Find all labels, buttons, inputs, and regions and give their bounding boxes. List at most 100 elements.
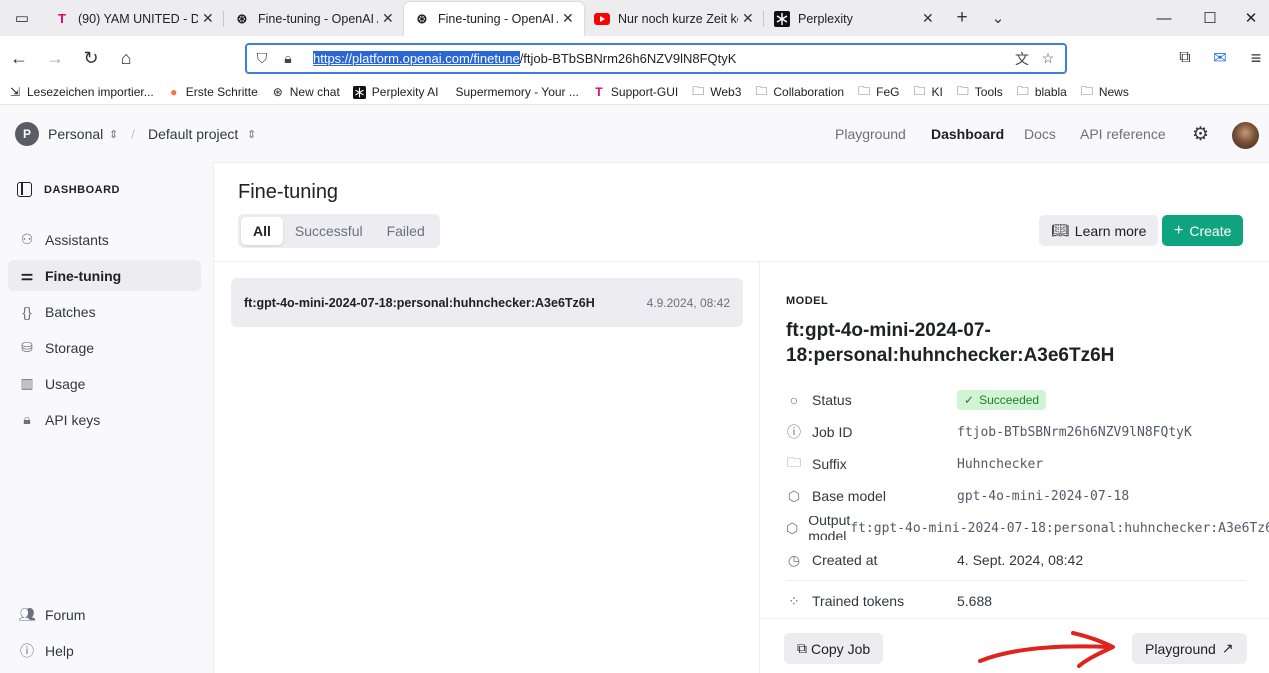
bookmark-folder-web3[interactable]: 🗀 Web3: [691, 82, 741, 103]
bookmark-perplexity[interactable]: Perplexity AI: [353, 85, 439, 99]
new-tab-icon[interactable]: +: [944, 0, 980, 36]
browser-nav-bar: ← → ↻ ⌂ ⛉ 🔒︎ https://platform.openai.com…: [0, 36, 1269, 80]
sidebar-item-help[interactable]: ⓘ Help: [8, 635, 201, 666]
created-at-value: 4. Sept. 2024, 08:42: [957, 552, 1084, 568]
forward-arrow-icon[interactable]: →: [39, 42, 71, 74]
lock-icon: 🔒︎: [23, 411, 31, 427]
bookmark-first-steps[interactable]: ● Erste Schritte: [167, 85, 258, 99]
folder-icon: 🗀: [858, 83, 871, 98]
extensions-icon[interactable]: ⧉: [1169, 42, 1201, 74]
detail-row-job-id: ⓘ Job ID ftjob-BTbSBNrm26h6NZV9lN8FQtyK: [787, 424, 1192, 440]
openai-icon: ⊛: [416, 10, 428, 26]
chevron-updown-icon[interactable]: ⇕: [247, 128, 256, 141]
user-avatar[interactable]: [1232, 122, 1259, 149]
browser-tab-4[interactable]: Nur noch kurze Zeit kostenlos ✕: [584, 2, 764, 36]
maximize-icon[interactable]: ☐: [1187, 0, 1233, 36]
org-switcher[interactable]: Personal: [48, 126, 103, 142]
copy-icon: ⧉: [797, 640, 807, 656]
close-tab-icon[interactable]: ✕: [922, 10, 936, 27]
assistant-person-icon: ⚇: [20, 231, 34, 247]
bookmark-folder-blabla[interactable]: 🗀 blabla: [1016, 82, 1067, 103]
app-header: P Personal ⇕ / Default project ⇕ Playgro…: [0, 106, 1269, 162]
bookmark-import[interactable]: ⇲ Lesezeichen importier...: [8, 85, 154, 99]
bookmark-folder-feg[interactable]: 🗀 FeG: [857, 82, 899, 103]
close-tab-icon[interactable]: ✕: [202, 10, 216, 27]
sidebar-item-forum[interactable]: 👥︎ Forum: [8, 599, 201, 630]
bookmark-folder-tools[interactable]: 🗀 Tools: [956, 82, 1003, 103]
status-circle-icon: ○: [789, 392, 799, 408]
bookmark-support-gui[interactable]: T Support-GUI: [592, 85, 678, 99]
window-close-icon[interactable]: ✕: [1233, 0, 1269, 36]
gear-icon[interactable]: ⚙: [1192, 123, 1209, 146]
filter-failed[interactable]: Failed: [375, 217, 437, 245]
minimize-icon[interactable]: —: [1141, 0, 1187, 36]
external-link-icon: ↗: [1221, 640, 1234, 656]
youtube-icon: [594, 11, 610, 27]
bookmark-new-chat[interactable]: ⊛ New chat: [271, 85, 340, 99]
cube-icon: ⬡: [786, 519, 799, 536]
help-circle-icon: ⓘ: [20, 642, 34, 659]
menu-hamburger-icon[interactable]: ≡: [1240, 42, 1269, 74]
bookmark-supermemory[interactable]: Supermemory - Your ...: [456, 85, 579, 99]
database-icon: ⛁: [21, 339, 33, 355]
chevron-updown-icon[interactable]: ⇕: [109, 128, 118, 141]
plus-icon: +: [1174, 221, 1184, 239]
playground-button[interactable]: Playground ↗: [1132, 633, 1247, 664]
url-bar[interactable]: ⛉ 🔒︎ https://platform.openai.com/finetun…: [245, 43, 1067, 74]
reload-icon[interactable]: ↻: [75, 42, 107, 74]
bar-chart-icon: ▥: [20, 375, 34, 391]
job-list-item[interactable]: ft:gpt-4o-mini-2024-07-18:personal:huhnc…: [231, 278, 743, 327]
back-arrow-icon[interactable]: ←: [3, 42, 35, 74]
nav-api-reference[interactable]: API reference: [1080, 126, 1166, 142]
project-switcher[interactable]: Default project: [148, 126, 238, 142]
detail-row-base-model: ⬡ Base model gpt-4o-mini-2024-07-18: [787, 487, 1130, 505]
close-tab-icon[interactable]: ✕: [382, 10, 396, 27]
nav-playground[interactable]: Playground: [835, 126, 906, 142]
job-id-value: ftjob-BTbSBNrm26h6NZV9lN8FQtyK: [957, 424, 1192, 440]
folder-icon: 🗀: [787, 454, 801, 470]
detail-model-title: ft:gpt-4o-mini-2024-07-18:personal:huhnc…: [786, 320, 1115, 366]
mail-extension-icon[interactable]: ✉: [1204, 42, 1236, 74]
bookmark-folder-ki[interactable]: 🗀 KI: [912, 82, 942, 103]
sidebar-item-fine-tuning[interactable]: ⚌ Fine-tuning: [8, 260, 201, 291]
dashboard-panel-icon: [17, 182, 32, 197]
lock-icon[interactable]: 🔒︎: [277, 50, 299, 67]
browser-tab-5[interactable]: Perplexity ✕: [764, 2, 944, 36]
browser-tab-2[interactable]: ⊛ Fine-tuning - OpenAI API ✕: [224, 2, 404, 36]
filter-successful[interactable]: Successful: [283, 217, 375, 245]
list-tabs-chevron-icon[interactable]: ⌄: [980, 0, 1016, 36]
sidebar-heading: DASHBOARD: [17, 182, 120, 197]
home-icon[interactable]: ⌂: [110, 42, 142, 74]
sidebar-item-api-keys[interactable]: 🔒︎ API keys: [8, 404, 201, 435]
nav-docs[interactable]: Docs: [1024, 126, 1056, 142]
bookmark-folder-collaboration[interactable]: 🗀 Collaboration: [754, 82, 844, 103]
org-avatar[interactable]: P: [15, 122, 39, 146]
tab-overview-icon[interactable]: ▭: [0, 0, 44, 36]
bookmark-folder-news[interactable]: 🗀 News: [1080, 82, 1129, 103]
status-filter: All Successful Failed: [238, 214, 440, 248]
browser-tab-1[interactable]: T (90) YAM UNITED - Deutsch ✕: [44, 2, 224, 36]
shield-icon[interactable]: ⛉: [251, 50, 273, 67]
sidebar-item-assistants[interactable]: ⚇ Assistants: [8, 224, 201, 255]
detail-row-trained-tokens: ⁘ Trained tokens 5.688: [786, 589, 1269, 613]
copy-job-button[interactable]: ⧉ Copy Job: [784, 633, 884, 664]
close-tab-icon[interactable]: ✕: [742, 10, 756, 27]
status-badge: ✓ Succeeded: [957, 390, 1047, 410]
browser-tab-3-active[interactable]: ⊛ Fine-tuning - OpenAI API ✕: [404, 1, 584, 36]
nav-dashboard[interactable]: Dashboard: [931, 126, 1004, 142]
detail-row-created-at: ◷ Created at 4. Sept. 2024, 08:42: [787, 551, 1084, 569]
translate-icon[interactable]: 文: [1011, 49, 1033, 69]
sidebar-item-batches[interactable]: {} Batches: [8, 296, 201, 327]
sidebar-item-usage[interactable]: ▥ Usage: [8, 368, 201, 399]
filter-all[interactable]: All: [241, 217, 283, 245]
divider: [214, 261, 1269, 262]
bookmark-star-icon[interactable]: ☆: [1037, 50, 1059, 67]
sidebar-item-storage[interactable]: ⛁ Storage: [8, 332, 201, 363]
perplexity-icon: [353, 85, 367, 99]
learn-more-button[interactable]: 📖︎ Learn more: [1039, 215, 1159, 246]
check-circle-icon: ✓: [964, 393, 975, 407]
create-button[interactable]: + Create: [1162, 215, 1244, 246]
book-icon: 📖︎: [1051, 222, 1069, 238]
url-text[interactable]: https://platform.openai.com/finetune/ftj…: [313, 51, 736, 66]
close-tab-icon[interactable]: ✕: [562, 10, 576, 27]
